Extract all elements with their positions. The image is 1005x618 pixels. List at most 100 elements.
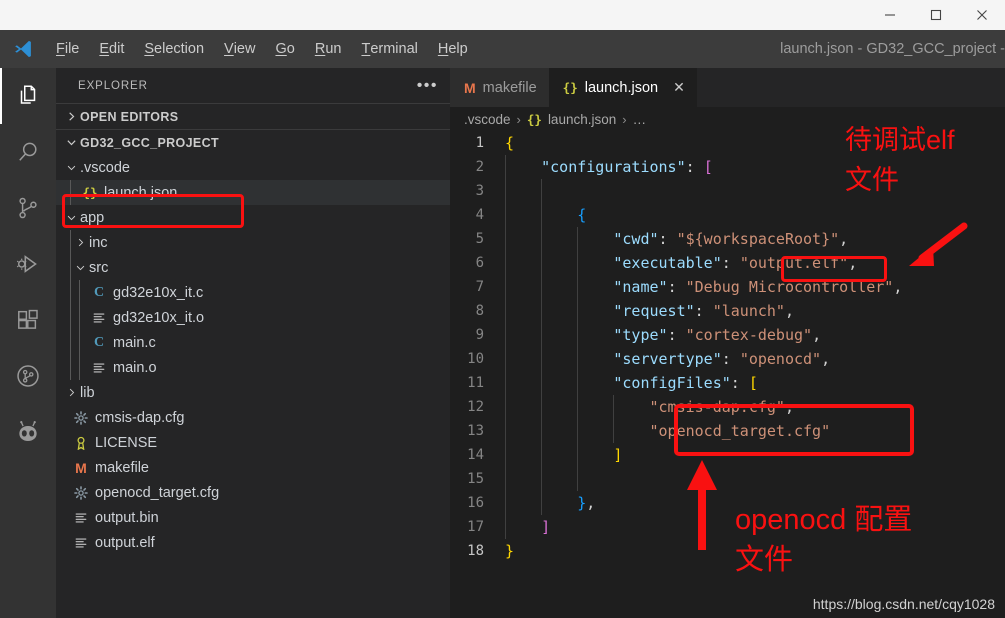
tree-item-label: cmsis-dap.cfg (95, 409, 185, 426)
line-number: 9 (475, 327, 484, 343)
activitybar-item-gitlens[interactable] (0, 348, 56, 404)
minimize-button[interactable] (867, 0, 913, 30)
code-text: "cmsis-dap.cfg", (649, 398, 795, 416)
code-text: ] (541, 518, 551, 536)
breadcrumb-separator: › (516, 111, 521, 127)
makefile-m-icon: M (464, 79, 476, 96)
breadcrumb-separator: › (622, 111, 627, 127)
breadcrumb-item-symbol[interactable]: … (633, 112, 647, 127)
code-text: { (577, 206, 587, 224)
tree-item-label: app (80, 209, 105, 226)
breadcrumb-item-file[interactable]: launch.json (548, 112, 616, 127)
json-braces-icon: {} (526, 111, 542, 127)
code-line[interactable]: 17 ] (450, 515, 1005, 539)
code-line[interactable]: 12 "cmsis-dap.cfg", (450, 395, 1005, 419)
sidebar-section-project-root[interactable]: GD32_GCC_PROJECT (56, 129, 450, 155)
line-number: 18 (467, 543, 484, 559)
activitybar-item-platformio[interactable] (0, 404, 56, 460)
code-line[interactable]: 9 "type": "cortex-debug", (450, 323, 1005, 347)
menu-help[interactable]: Help (428, 30, 478, 68)
tree-item-makefile[interactable]: Mmakefile (56, 455, 450, 480)
menubar: File Edit Selection View Go Run Terminal… (0, 30, 1005, 68)
code-line[interactable]: 14 ] (450, 443, 1005, 467)
menu-run[interactable]: Run (305, 30, 352, 68)
platformio-ant-icon (19, 421, 37, 441)
code-line[interactable]: 4 { (450, 203, 1005, 227)
menu-terminal[interactable]: Terminal (351, 30, 427, 68)
sidebar-section-open-editors[interactable]: OPEN EDITORS (56, 103, 450, 129)
code-line[interactable]: 5 "cwd": "${workspaceRoot}", (450, 227, 1005, 251)
tree-item-lib[interactable]: lib (56, 380, 450, 405)
breadcrumb-item-folder[interactable]: .vscode (464, 112, 511, 127)
tab-makefile[interactable]: M makefile (450, 68, 549, 107)
tree-item-label: lib (80, 384, 95, 401)
code-line[interactable]: 3 (450, 179, 1005, 203)
line-number: 10 (467, 351, 484, 367)
line-number: 17 (467, 519, 484, 535)
line-number: 1 (475, 135, 484, 151)
code-line[interactable]: 2 "configurations": [ (450, 155, 1005, 179)
gear-icon (74, 410, 88, 425)
tree-item-gd32e10x-it-o[interactable]: gd32e10x_it.o (56, 305, 450, 330)
tree-item-label: gd32e10x_it.o (113, 309, 205, 326)
code-line[interactable]: 10 "servertype": "openocd", (450, 347, 1005, 371)
menu-go[interactable]: Go (265, 30, 304, 68)
menu-selection[interactable]: Selection (134, 30, 214, 68)
tree-item-main-c[interactable]: Cmain.c (56, 330, 450, 355)
tree-item-gd32e10x-it-c[interactable]: Cgd32e10x_it.c (56, 280, 450, 305)
tree-item-output-elf[interactable]: output.elf (56, 530, 450, 555)
tree-item-inc[interactable]: inc (56, 230, 450, 255)
menu-view[interactable]: View (214, 30, 265, 68)
code-line[interactable]: 8 "request": "launch", (450, 299, 1005, 323)
activitybar-item-search[interactable] (0, 124, 56, 180)
maximize-button[interactable] (913, 0, 959, 30)
code-line[interactable]: 15 (450, 467, 1005, 491)
section-label: GD32_GCC_PROJECT (80, 135, 219, 150)
code-line[interactable]: 7 "name": "Debug Microcontroller", (450, 275, 1005, 299)
plain-file-icon (93, 312, 105, 323)
tree-item-src[interactable]: src (56, 255, 450, 280)
tree-item-label: launch.json (104, 184, 178, 201)
tree-item-license[interactable]: LICENSE (56, 430, 450, 455)
tree-item-cmsis-dap-cfg[interactable]: cmsis-dap.cfg (56, 405, 450, 430)
editor-group: M makefile {} launch.json ✕ .vscode › {}… (450, 68, 1005, 618)
code-line[interactable]: 18} (450, 539, 1005, 563)
tree-item-output-bin[interactable]: output.bin (56, 505, 450, 530)
makefile-m-icon: M (75, 459, 87, 476)
tree-item-app[interactable]: app (56, 205, 450, 230)
code-text: "type": "cortex-debug", (613, 326, 822, 344)
code-line[interactable]: 6 "executable": "output.elf", (450, 251, 1005, 275)
close-icon[interactable]: ✕ (673, 79, 685, 96)
code-line[interactable]: 16 }, (450, 491, 1005, 515)
source-control-icon (19, 197, 37, 219)
tab-launch-json[interactable]: {} launch.json ✕ (548, 68, 697, 107)
tree-item-main-o[interactable]: main.o (56, 355, 450, 380)
tree-item-openocd-target-cfg[interactable]: openocd_target.cfg (56, 480, 450, 505)
window-title: launch.json - GD32_GCC_project - (780, 41, 1005, 57)
activitybar-item-run-and-debug[interactable] (0, 236, 56, 292)
code-line[interactable]: 1{ (450, 131, 1005, 155)
tree-item-label: main.c (113, 334, 156, 351)
extensions-icon (18, 309, 38, 329)
code-line[interactable]: 11 "configFiles": [ (450, 371, 1005, 395)
activity-bar (0, 68, 56, 618)
code-editor[interactable]: 1{2 "configurations": [3 4 {5 "cwd": "${w… (450, 131, 1005, 563)
code-line[interactable]: 13 "openocd_target.cfg" (450, 419, 1005, 443)
license-ribbon-icon (77, 436, 85, 450)
tree-item--vscode[interactable]: .vscode (56, 155, 450, 180)
activitybar-item-explorer[interactable] (0, 68, 56, 124)
plain-file-icon (75, 512, 87, 523)
activitybar-item-source-control[interactable] (0, 180, 56, 236)
line-number: 2 (475, 159, 484, 175)
menu-file[interactable]: File (46, 30, 89, 68)
line-number: 14 (467, 447, 484, 463)
file-tree: .vscode {} launch.json app inc src Cgd32e10x_i… (56, 155, 450, 555)
tree-item-label: main.o (113, 359, 157, 376)
close-button[interactable] (959, 0, 1005, 30)
activitybar-item-extensions[interactable] (0, 292, 56, 348)
gitlens-icon (17, 365, 39, 387)
menu-edit[interactable]: Edit (89, 30, 134, 68)
tree-item-launch-json[interactable]: {} launch.json (56, 180, 450, 205)
more-actions-icon[interactable]: ••• (417, 77, 438, 93)
chevron-down-icon (63, 130, 80, 156)
